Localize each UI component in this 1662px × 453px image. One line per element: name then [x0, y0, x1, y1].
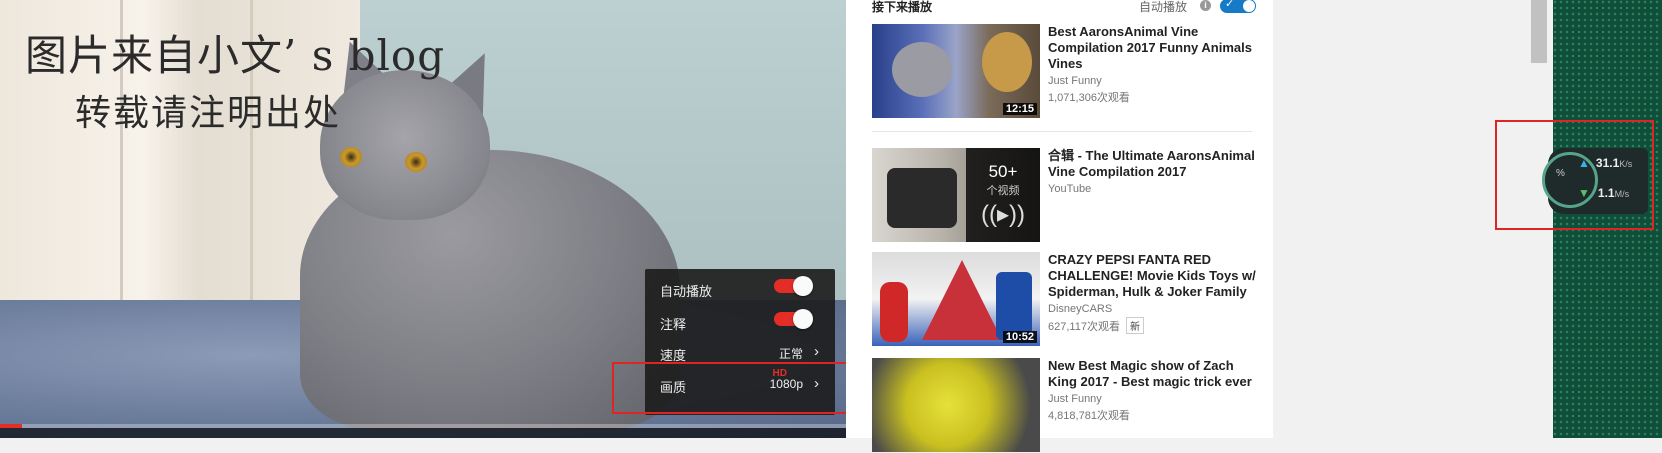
watermark-line1: 图片来自小文’ s blog	[25, 31, 446, 80]
playlist-thumbnail[interactable]: 50+ 个视频 ((▸))	[872, 148, 1040, 242]
settings-autoplay-label: 自动播放	[660, 284, 713, 299]
up-next-sidebar: 接下来播放 自动播放 i ✓ 12:15 Best AaronsAnimal V…	[846, 0, 1273, 452]
up-next-heading: 接下来播放	[872, 0, 933, 14]
video-channel[interactable]: Just Funny	[1048, 393, 1258, 405]
playlist-play-icon: ((▸))	[980, 201, 1025, 228]
autoplay-toggle[interactable]	[774, 276, 813, 296]
video-channel[interactable]: YouTube	[1048, 183, 1258, 195]
info-icon[interactable]: i	[1200, 0, 1211, 11]
video-views: 4,818,781次观看	[1048, 410, 1130, 422]
list-item[interactable]: 10:52 CRAZY PEPSI FANTA RED CHALLENGE! M…	[872, 252, 1262, 347]
list-item[interactable]: 12:15 Best AaronsAnimal Vine Compilation…	[872, 24, 1262, 119]
video-title[interactable]: New Best Magic show of Zach King 2017 - …	[1048, 358, 1258, 390]
settings-speed-value: 正常	[778, 347, 803, 361]
settings-autoplay-row[interactable]: 自动播放	[660, 276, 825, 301]
video-title[interactable]: 合辑 - The Ultimate AaronsAnimal Vine Comp…	[1048, 148, 1258, 180]
video-views: 627,117次观看新	[1048, 317, 1258, 334]
cat-eye-right	[405, 152, 427, 172]
video-duration: 12:15	[1002, 103, 1037, 115]
scrollbar-thumb[interactable]	[1531, 0, 1547, 63]
list-item[interactable]: 50+ 个视频 ((▸)) 合辑 - The Ultimate AaronsAn…	[872, 148, 1262, 243]
video-views-count: 627,117次观看	[1048, 321, 1120, 333]
watermark-line2: 转载请注明出处	[75, 93, 342, 134]
annotations-toggle[interactable]	[774, 309, 813, 329]
playlist-count: 50+	[988, 162, 1018, 181]
video-thumbnail[interactable]: 12:15	[872, 24, 1040, 118]
highlight-box-quality	[612, 362, 860, 414]
cat-eye-left	[340, 147, 362, 167]
playlist-overlay: 50+ 个视频 ((▸))	[966, 148, 1040, 242]
cat-head	[320, 70, 490, 220]
video-duration: 10:52	[1002, 331, 1037, 343]
autoplay-label: 自动播放	[1139, 0, 1188, 14]
video-views: 1,071,306次观看	[1048, 92, 1130, 104]
playlist-count-label: 个视频	[986, 185, 1020, 197]
video-thumbnail[interactable]: 10:52	[872, 252, 1040, 346]
new-badge: 新	[1125, 317, 1144, 334]
highlight-box-netmon	[1495, 120, 1654, 230]
settings-annotations-label: 注释	[660, 317, 687, 332]
video-title[interactable]: Best AaronsAnimal Vine Compilation 2017 …	[1048, 24, 1258, 72]
divider	[872, 131, 1252, 132]
list-item[interactable]: New Best Magic show of Zach King 2017 - …	[872, 358, 1262, 453]
player-controls	[0, 428, 846, 438]
autoplay-switch[interactable]: ✓	[1220, 0, 1256, 13]
video-title[interactable]: CRAZY PEPSI FANTA RED CHALLENGE! Movie K…	[1048, 252, 1258, 300]
video-channel[interactable]: Just Funny	[1048, 75, 1258, 87]
video-channel[interactable]: DisneyCARS	[1048, 303, 1258, 315]
chevron-right-icon: ›	[814, 343, 819, 360]
settings-annotations-row[interactable]: 注释	[660, 309, 825, 334]
